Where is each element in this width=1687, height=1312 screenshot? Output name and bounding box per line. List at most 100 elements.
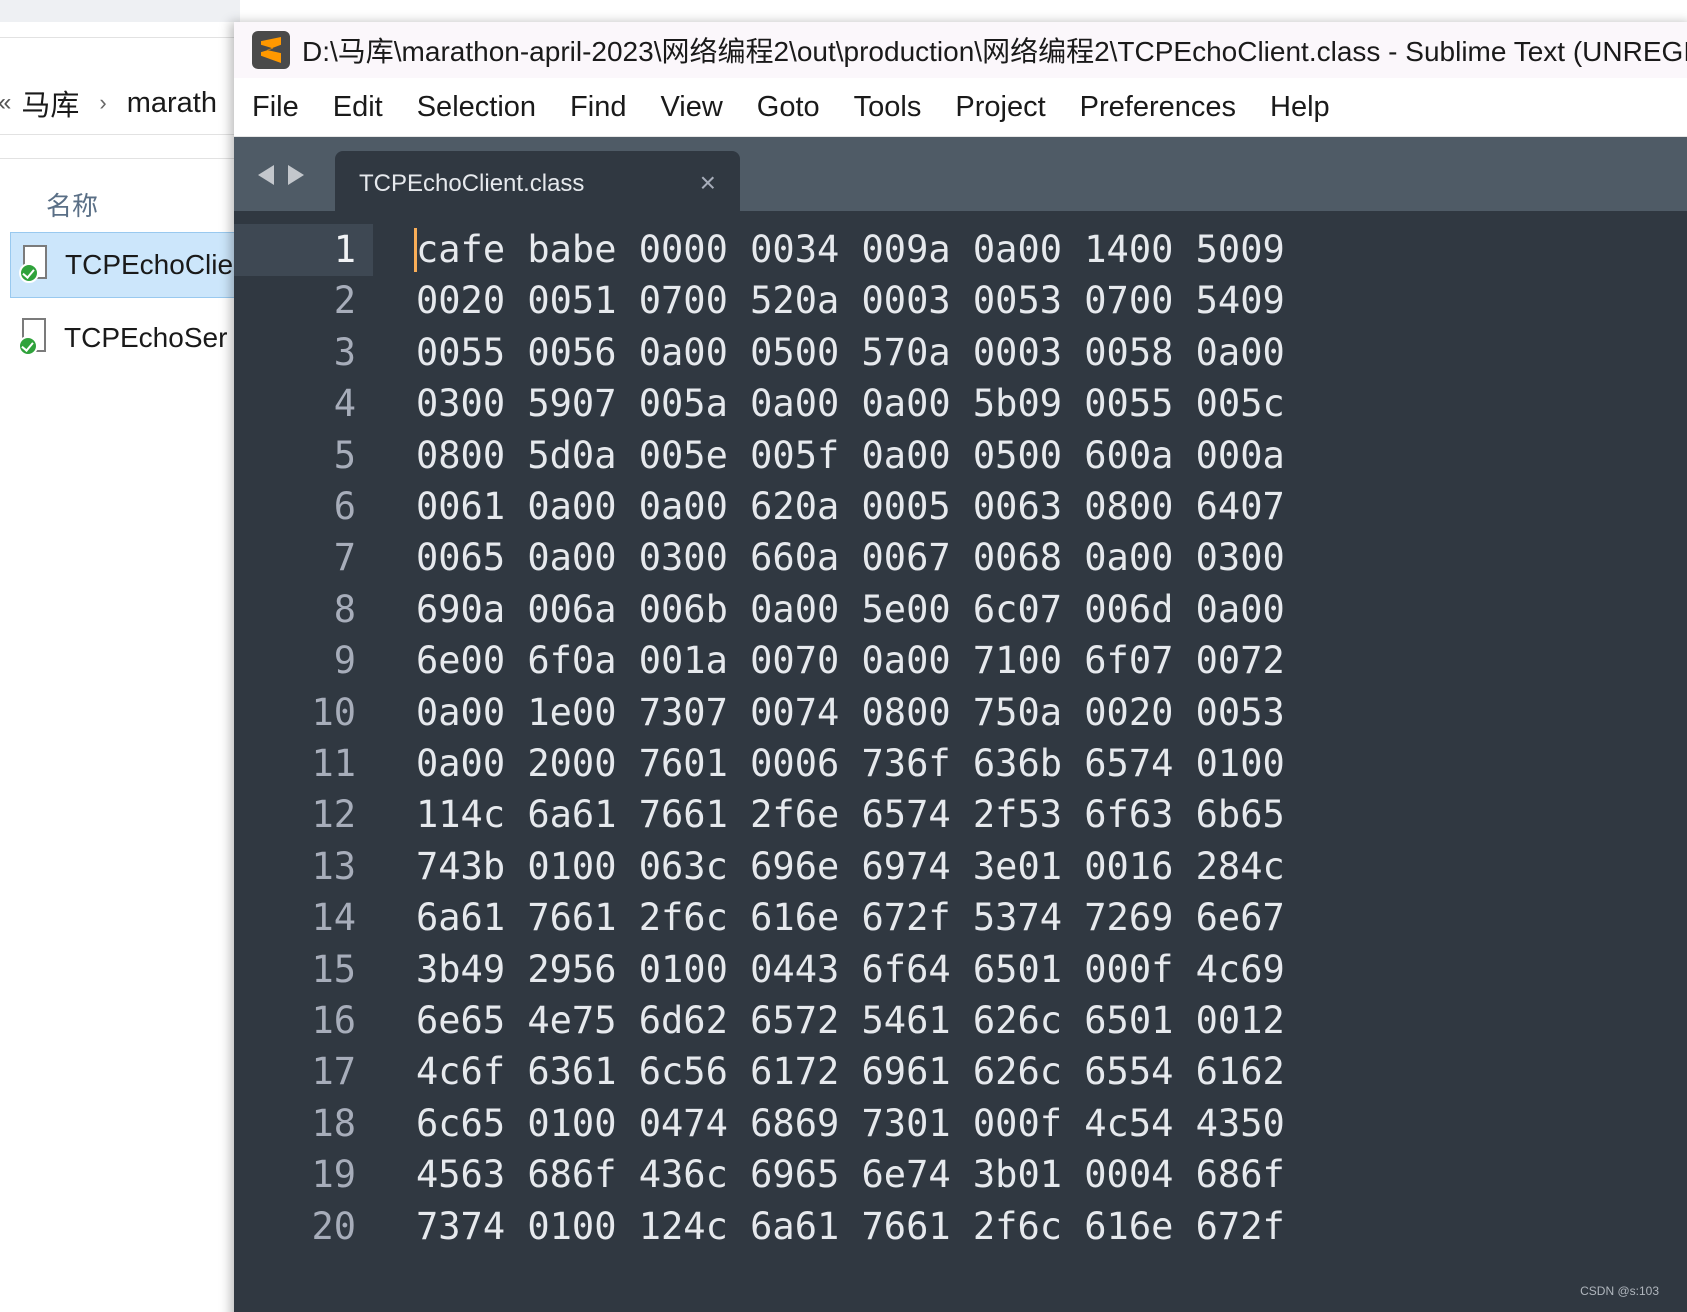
line-text: 0a00 2000 7601 0006 736f 636b 6574 0100 xyxy=(416,742,1285,785)
tab-label: TCPEchoClient.class xyxy=(359,170,585,197)
watermark: CSDN @s:103 xyxy=(1580,1284,1659,1298)
code-line[interactable]: 7 0065 0a00 0300 660a 0067 0068 0a00 0300 xyxy=(234,532,1687,584)
line-number: 9 xyxy=(333,639,356,683)
line-number: 15 xyxy=(311,947,356,991)
code-line[interactable]: 14 6a61 7661 2f6c 616e 672f 5374 7269 6e6… xyxy=(234,892,1687,944)
code-line[interactable]: 10 0a00 1e00 7307 0074 0800 750a 0020 005… xyxy=(234,687,1687,739)
line-text: 743b 0100 063c 696e 6974 3e01 0016 284c xyxy=(416,844,1285,888)
file-name: TCPEchoClie xyxy=(65,249,234,280)
code-line[interactable]: 19 4563 686f 436c 6965 6e74 3b01 0004 686… xyxy=(234,1149,1687,1201)
line-number: 12 xyxy=(311,793,356,837)
menu-find[interactable]: Find xyxy=(553,91,643,124)
sublime-text-logo-icon xyxy=(252,31,290,69)
line-text: 6c65 0100 0474 6869 7301 000f 4c54 4350 xyxy=(416,1101,1285,1145)
line-number: 1 xyxy=(333,228,356,271)
menu-selection[interactable]: Selection xyxy=(400,91,553,124)
line-text: 690a 006a 006b 0a00 5e00 6c07 006d 0a00 xyxy=(416,587,1285,631)
line-text: 0800 5d0a 005e 005f 0a00 0500 600a 000a xyxy=(416,433,1285,477)
breadcrumb-item-maku[interactable]: 马库 xyxy=(21,82,79,124)
file-explorer-window: « 马库 › marath 名称 TCPEchoClie TCPEchoSer xyxy=(0,0,250,1312)
breadcrumb-overflow-button[interactable]: « xyxy=(0,89,11,117)
line-number: 11 xyxy=(311,742,356,785)
menu-view[interactable]: View xyxy=(643,91,739,124)
tab-scroll-right-icon[interactable] xyxy=(288,165,304,185)
line-text: 6e00 6f0a 001a 0070 0a00 7100 6f07 0072 xyxy=(416,639,1285,683)
code-line[interactable]: 8 690a 006a 006b 0a00 5e00 6c07 006d 0a00 xyxy=(234,584,1687,636)
code-line[interactable]: 16 6e65 4e75 6d62 6572 5461 626c 6501 001… xyxy=(234,995,1687,1047)
file-list-item[interactable]: TCPEchoSer xyxy=(10,305,250,371)
line-number: 20 xyxy=(311,1204,356,1248)
explorer-title-strip xyxy=(0,0,240,22)
column-header-name[interactable]: 名称 xyxy=(46,186,98,223)
line-text: 4563 686f 436c 6965 6e74 3b01 0004 686f xyxy=(416,1153,1285,1197)
file-list-item[interactable]: TCPEchoClie xyxy=(10,232,250,298)
menu-goto[interactable]: Goto xyxy=(740,91,837,124)
code-line[interactable]: 11 0a00 2000 7601 0006 736f 636b 6574 010… xyxy=(234,738,1687,790)
menu-file[interactable]: File xyxy=(234,91,316,124)
code-line[interactable]: 15 3b49 2956 0100 0443 6f64 6501 000f 4c6… xyxy=(234,944,1687,996)
line-text: 0a00 1e00 7307 0074 0800 750a 0020 0053 xyxy=(416,690,1285,734)
code-line[interactable]: 2 0020 0051 0700 520a 0003 0053 0700 5409 xyxy=(234,275,1687,327)
code-line[interactable]: 17 4c6f 6361 6c56 6172 6961 626c 6554 616… xyxy=(234,1046,1687,1098)
code-line[interactable]: 4 0300 5907 005a 0a00 0a00 5b09 0055 005c xyxy=(234,378,1687,430)
line-number: 8 xyxy=(333,587,356,631)
close-icon[interactable]: × xyxy=(700,169,716,197)
line-number: 3 xyxy=(333,330,356,374)
line-number: 17 xyxy=(311,1050,356,1094)
menu-help[interactable]: Help xyxy=(1253,91,1347,124)
explorer-divider xyxy=(0,158,240,159)
tab-navigation xyxy=(258,165,304,185)
line-number: 18 xyxy=(311,1101,356,1145)
line-text: 0300 5907 005a 0a00 0a00 5b09 0055 005c xyxy=(416,382,1285,426)
line-number: 7 xyxy=(333,536,356,580)
line-number: 14 xyxy=(311,896,356,940)
code-line[interactable]: 20 7374 0100 124c 6a61 7661 2f6c 616e 672… xyxy=(234,1201,1687,1253)
line-number: 4 xyxy=(333,382,356,426)
line-number: 13 xyxy=(311,844,356,888)
editor-text-area[interactable]: 1 cafe babe 0000 0034 009a 0a00 1400 5009… xyxy=(234,211,1687,1312)
menu-edit[interactable]: Edit xyxy=(316,91,400,124)
code-line[interactable]: 1 cafe babe 0000 0034 009a 0a00 1400 5009 xyxy=(234,224,1687,276)
code-line[interactable]: 6 0061 0a00 0a00 620a 0005 0063 0800 6407 xyxy=(234,481,1687,533)
line-text: 3b49 2956 0100 0443 6f64 6501 000f 4c69 xyxy=(416,947,1285,991)
java-class-file-icon xyxy=(19,245,49,285)
code-line[interactable]: 13 743b 0100 063c 696e 6974 3e01 0016 284… xyxy=(234,841,1687,893)
menu-project[interactable]: Project xyxy=(938,91,1062,124)
line-text: 0055 0056 0a00 0500 570a 0003 0058 0a00 xyxy=(416,330,1285,374)
menu-preferences[interactable]: Preferences xyxy=(1063,91,1253,124)
explorer-divider xyxy=(0,134,240,135)
line-text: cafe babe 0000 0034 009a 0a00 1400 5009 xyxy=(416,228,1285,271)
code-line[interactable]: 5 0800 5d0a 005e 005f 0a00 0500 600a 000a xyxy=(234,430,1687,482)
line-number: 16 xyxy=(311,999,356,1042)
line-number: 19 xyxy=(311,1153,356,1197)
line-number: 10 xyxy=(311,690,356,734)
line-text: 0020 0051 0700 520a 0003 0053 0700 5409 xyxy=(416,279,1285,323)
code-line[interactable]: 9 6e00 6f0a 001a 0070 0a00 7100 6f07 0072 xyxy=(234,635,1687,687)
line-text: 0061 0a00 0a00 620a 0005 0063 0800 6407 xyxy=(416,485,1285,528)
code-line[interactable]: 3 0055 0056 0a00 0500 570a 0003 0058 0a00 xyxy=(234,327,1687,379)
menu-bar: File Edit Selection Find View Goto Tools… xyxy=(234,78,1687,137)
explorer-divider xyxy=(0,37,240,38)
line-text: 0065 0a00 0300 660a 0067 0068 0a00 0300 xyxy=(416,536,1285,580)
file-name: TCPEchoSer xyxy=(64,322,228,353)
code-line[interactable]: 12 114c 6a61 7661 2f6e 6574 2f53 6f63 6b6… xyxy=(234,789,1687,841)
tab-scroll-left-icon[interactable] xyxy=(258,165,274,185)
code-line[interactable]: 18 6c65 0100 0474 6869 7301 000f 4c54 435… xyxy=(234,1098,1687,1150)
line-text: 7374 0100 124c 6a61 7661 2f6c 616e 672f xyxy=(416,1204,1285,1248)
sublime-text-window: D:\马库\marathon-april-2023\网络编程2\out\prod… xyxy=(234,22,1687,1312)
text-cursor xyxy=(414,228,417,272)
tab-bar: TCPEchoClient.class × xyxy=(234,137,1687,217)
line-number: 2 xyxy=(333,279,356,323)
breadcrumb-item-marathon[interactable]: marath xyxy=(127,87,217,120)
line-number: 5 xyxy=(333,433,356,477)
breadcrumb-separator: › xyxy=(99,90,107,115)
tab-tcpechoclient-class[interactable]: TCPEchoClient.class × xyxy=(335,151,740,217)
line-text: 6a61 7661 2f6c 616e 672f 5374 7269 6e67 xyxy=(416,896,1285,940)
desktop: « 马库 › marath 名称 TCPEchoClie TCPEchoSer … xyxy=(0,0,1687,1312)
window-title: D:\马库\marathon-april-2023\网络编程2\out\prod… xyxy=(302,36,1687,67)
title-bar[interactable]: D:\马库\marathon-april-2023\网络编程2\out\prod… xyxy=(234,22,1687,78)
line-text: 6e65 4e75 6d62 6572 5461 626c 6501 0012 xyxy=(416,999,1285,1042)
line-number: 6 xyxy=(333,485,356,528)
menu-tools[interactable]: Tools xyxy=(837,91,939,124)
line-text: 114c 6a61 7661 2f6e 6574 2f53 6f63 6b65 xyxy=(416,793,1285,837)
